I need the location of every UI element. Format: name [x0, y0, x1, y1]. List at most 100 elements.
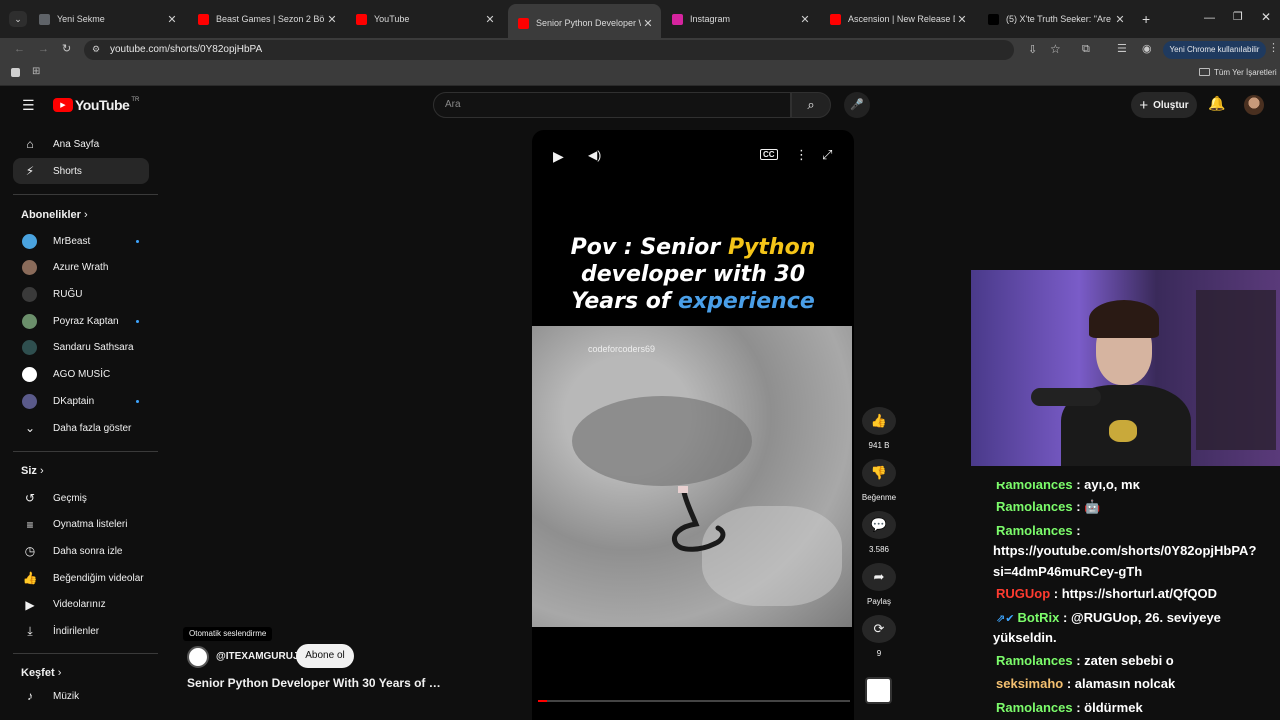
- browser-tab[interactable]: (5) X'te Truth Seeker: "Are you …✕: [978, 8, 1133, 30]
- channel-avatar: [22, 286, 37, 302]
- captions-icon[interactable]: CC: [760, 149, 778, 160]
- channel-avatar: [22, 367, 37, 382]
- subscription-item[interactable]: DKaptain: [13, 388, 149, 414]
- like-button[interactable]: 👍: [862, 407, 896, 435]
- sidebar-item[interactable]: ⌂ Ana Sayfa: [13, 131, 149, 157]
- tab-groups-icon[interactable]: [11, 68, 20, 77]
- chat-username: Ramolances: [996, 523, 1073, 538]
- search-box[interactable]: Ara: [433, 92, 791, 118]
- short-player[interactable]: ▶ ◀) CC ⋮ ⤢ Pov : Senior Python develope…: [532, 130, 854, 720]
- media-controls-icon[interactable]: ☰: [1117, 43, 1127, 55]
- subscribe-button[interactable]: Abone ol: [296, 644, 354, 668]
- profile-icon[interactable]: ◉: [1142, 43, 1152, 55]
- browser-tab[interactable]: YouTube ✕: [346, 8, 503, 30]
- chat-separator: :: [1072, 499, 1085, 514]
- reload-icon[interactable]: ↻: [62, 43, 71, 55]
- sidebar-item[interactable]: ⚡ Shorts: [13, 158, 149, 184]
- subscription-item[interactable]: AGO MUSİC: [13, 362, 149, 388]
- volume-icon[interactable]: ◀): [588, 148, 601, 162]
- sidebar-item[interactable]: 👍 Beğendiğim videolar: [13, 565, 149, 591]
- search-input[interactable]: Ara: [445, 99, 461, 110]
- subscription-item[interactable]: Azure Wrath: [13, 255, 149, 281]
- remix-button[interactable]: ⟳: [862, 615, 896, 643]
- sidebar-item[interactable]: ↺ Geçmiş: [13, 485, 149, 511]
- chat-username: Ramolances: [996, 700, 1073, 715]
- progress-track[interactable]: [538, 700, 850, 702]
- create-button[interactable]: + Oluştur: [1131, 92, 1197, 118]
- channel-name[interactable]: @ITEXAMGURUJI: [216, 651, 301, 662]
- browser-menu-icon[interactable]: ⋮: [1268, 42, 1279, 54]
- chrome-update-button[interactable]: Yeni Chrome kullanılabilir: [1163, 41, 1266, 59]
- browser-tab[interactable]: Senior Python Developer With✕: [508, 4, 661, 38]
- wet-patch: [572, 396, 752, 486]
- voice-search-button[interactable]: 🎤: [844, 92, 870, 118]
- you-header[interactable]: Siz ›: [21, 465, 44, 477]
- youtube-logo[interactable]: ▶ YouTube TR: [53, 97, 139, 113]
- bot-badge-icon: ⇗✔: [996, 613, 1018, 625]
- sidebar-item[interactable]: ▶ Videolarınız: [13, 592, 149, 618]
- tab-close-icon[interactable]: ✕: [165, 13, 179, 26]
- music-icon: ♪: [27, 689, 33, 703]
- tab-close-icon[interactable]: ✕: [483, 13, 497, 26]
- sidebar-item[interactable]: ♪ Müzik: [13, 683, 149, 709]
- sidebar-item[interactable]: ⌄ Daha fazla göster: [13, 415, 149, 441]
- tab-close-icon[interactable]: ✕: [955, 13, 969, 26]
- more-options-icon[interactable]: ⋮: [795, 147, 808, 163]
- share-icon: ➦: [873, 569, 885, 584]
- sidebar-item[interactable]: ⤓ İndirilenler: [13, 619, 149, 645]
- browser-tab[interactable]: Ascension | New Release Date✕: [820, 8, 975, 30]
- chevron-right-icon: ›: [83, 209, 88, 221]
- close-window-button[interactable]: ✕: [1261, 10, 1271, 24]
- install-app-icon[interactable]: ⇩: [1028, 43, 1037, 56]
- minimize-button[interactable]: —: [1204, 12, 1215, 24]
- subscription-item[interactable]: Sandaru Sathsara: [13, 335, 149, 361]
- hamburger-menu-icon[interactable]: ☰: [22, 97, 35, 114]
- sound-thumbnail[interactable]: [865, 677, 892, 704]
- notifications-bell-icon[interactable]: 🔔: [1208, 95, 1225, 112]
- chat-username: Ramolances: [996, 499, 1073, 514]
- sidebar-item-label: MrBeast: [53, 235, 91, 247]
- fullscreen-icon[interactable]: ⤢: [822, 147, 832, 163]
- explore-header[interactable]: Keşfet ›: [21, 667, 61, 679]
- tab-close-icon[interactable]: ✕: [798, 13, 812, 26]
- tab-close-icon[interactable]: ✕: [325, 13, 339, 26]
- comments-button[interactable]: 💬: [862, 511, 896, 539]
- browser-tab[interactable]: Instagram ✕: [662, 8, 818, 30]
- tab-search-button[interactable]: ⌄: [9, 11, 27, 27]
- play-icon[interactable]: ▶: [553, 148, 564, 165]
- sidebar-item-label: Geçmiş: [53, 492, 87, 504]
- subscription-item[interactable]: Poyraz Kaptan: [13, 308, 149, 334]
- short-title[interactable]: Senior Python Developer With 30 Years of…: [187, 676, 441, 690]
- new-tab-button[interactable]: +: [1142, 11, 1150, 27]
- subscription-item[interactable]: RUĞU: [13, 281, 149, 307]
- tab-close-icon[interactable]: ✕: [641, 17, 655, 30]
- channel-avatar: [22, 260, 37, 276]
- tab-title: Ascension | New Release Date: [848, 14, 955, 24]
- dislike-button[interactable]: 👎: [862, 459, 896, 487]
- sidebar-item[interactable]: ≡ Oynatma listeleri: [13, 512, 149, 538]
- search-button[interactable]: ⌕: [791, 92, 831, 118]
- browser-tab[interactable]: Yeni Sekme ✕: [29, 8, 185, 30]
- chat-message: https://youtube.com/shorts/0Y82opjHbPA?: [993, 540, 1273, 561]
- extensions-icon[interactable]: ⧉: [1082, 43, 1090, 55]
- subscription-item[interactable]: MrBeast: [13, 228, 149, 254]
- channel-avatar[interactable]: [187, 646, 209, 668]
- tab-close-icon[interactable]: ✕: [1113, 13, 1127, 26]
- subscriptions-header[interactable]: Abonelikler ›: [21, 209, 88, 221]
- restore-button[interactable]: ❐: [1233, 10, 1243, 23]
- share-button[interactable]: ➦: [862, 563, 896, 591]
- site-info-icon[interactable]: ⚙: [92, 44, 100, 55]
- browser-tab[interactable]: Beast Games | Sezon 2 Bölüm 2✕: [188, 8, 345, 30]
- back-icon[interactable]: ←: [14, 43, 25, 55]
- forward-icon[interactable]: →: [38, 43, 49, 55]
- user-avatar[interactable]: [1244, 95, 1264, 115]
- caption-line1b: Python: [727, 235, 816, 260]
- bookmark-star-icon[interactable]: ☆: [1050, 42, 1061, 56]
- tab-title: Instagram: [690, 14, 731, 24]
- all-bookmarks-link[interactable]: Tüm Yer İşaretleri: [1214, 68, 1277, 77]
- chat-message: RUGUop : https://shorturl.at/QfQOD: [996, 583, 1276, 604]
- apps-grid-icon[interactable]: ⊞: [32, 66, 40, 77]
- chat-text: 🤖: [1084, 499, 1101, 514]
- address-bar[interactable]: ⚙ youtube.com/shorts/0Y82opjHbPA ⇩ ☆: [84, 40, 1061, 60]
- sidebar-item[interactable]: ◷ Daha sonra izle: [13, 538, 149, 564]
